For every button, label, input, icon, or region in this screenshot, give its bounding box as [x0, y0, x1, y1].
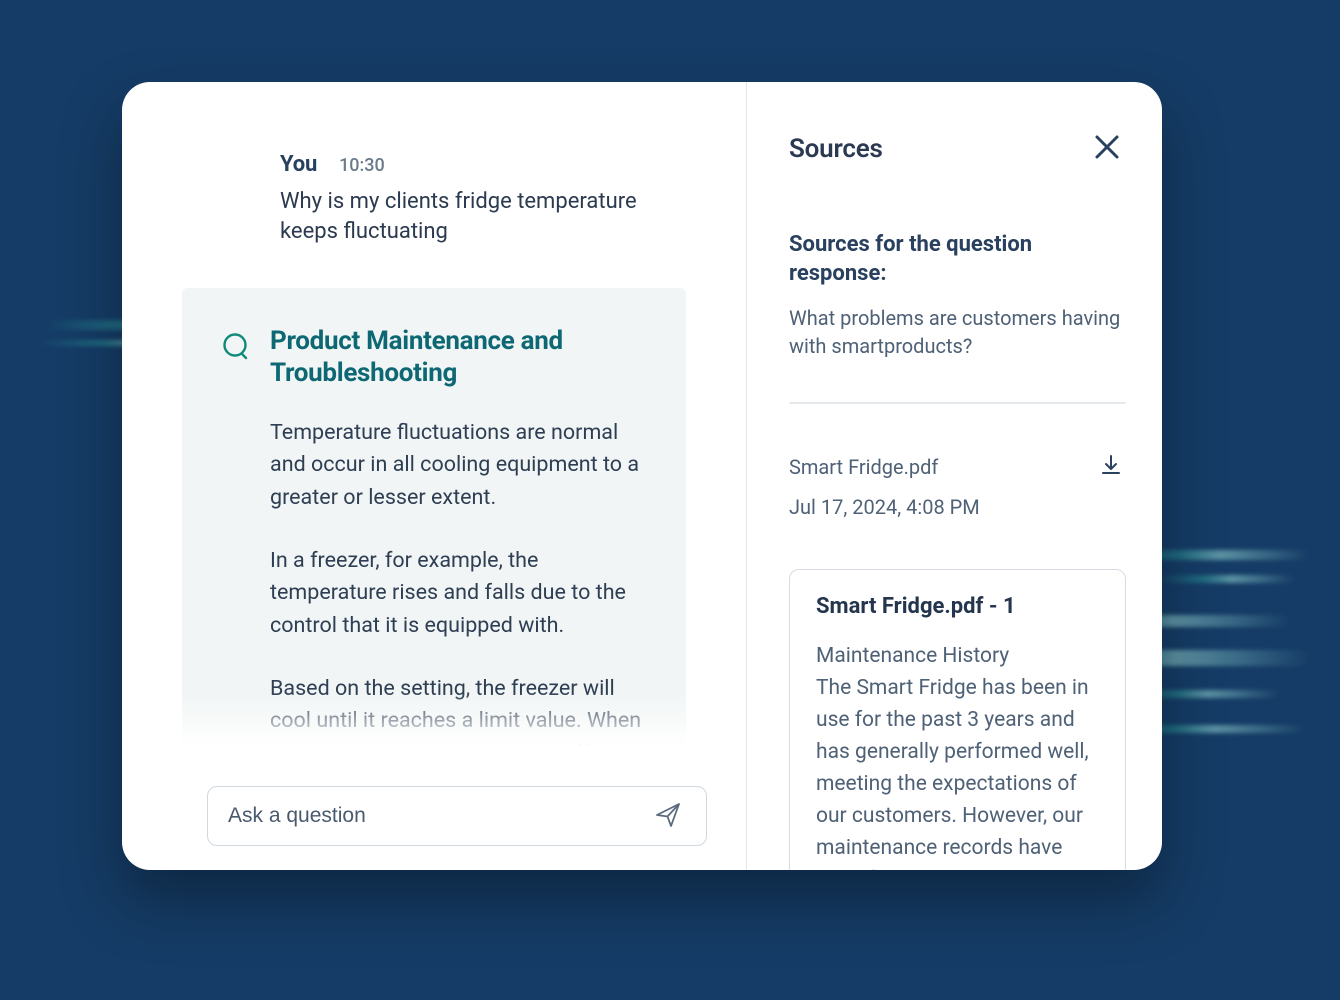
send-icon [654, 801, 682, 832]
divider [789, 402, 1126, 404]
sources-panel: Sources Sources for the question respons… [746, 82, 1162, 870]
source-excerpt-line: Maintenance History [816, 644, 1009, 668]
app-card: You 10:30 Why is my clients fridge tempe… [122, 82, 1162, 870]
download-source-button[interactable] [1096, 450, 1126, 483]
question-input-bar[interactable] [207, 786, 707, 846]
source-file-row: Smart Fridge.pdf [789, 450, 1126, 483]
assistant-avatar-icon [222, 332, 250, 364]
message-timestamp: 10:30 [339, 155, 385, 176]
user-message-block: You 10:30 Why is my clients fridge tempe… [182, 152, 686, 246]
source-excerpt-body: Maintenance History The Smart Fridge has… [816, 641, 1099, 870]
question-input[interactable] [228, 804, 650, 828]
answer-paragraph: In a freezer, for example, the temperatu… [270, 545, 646, 643]
source-excerpt-title: Smart Fridge.pdf - 1 [816, 594, 1099, 619]
sources-question: What problems are customers having with … [789, 304, 1126, 360]
answer-paragraph: Based on the setting, the freezer will c… [270, 673, 646, 750]
close-icon [1092, 150, 1122, 165]
source-excerpt-card[interactable]: Smart Fridge.pdf - 1 Maintenance History… [789, 569, 1126, 870]
answer-card: Product Maintenance and Troubleshooting … [182, 288, 686, 750]
answer-title: Product Maintenance and Troubleshooting [270, 326, 646, 388]
download-icon [1100, 464, 1122, 479]
close-sources-button[interactable] [1088, 128, 1126, 169]
chat-panel: You 10:30 Why is my clients fridge tempe… [122, 82, 746, 870]
source-file-name: Smart Fridge.pdf [789, 455, 938, 479]
user-label: You [280, 152, 317, 177]
sources-heading: Sources [789, 134, 883, 164]
answer-body: Temperature fluctuations are normal and … [222, 417, 646, 750]
source-excerpt-text: The Smart Fridge has been in use for the… [816, 676, 1096, 870]
user-message-text: Why is my clients fridge temperature kee… [280, 187, 640, 246]
send-button[interactable] [650, 797, 686, 836]
source-file-date: Jul 17, 2024, 4:08 PM [789, 495, 1126, 519]
sources-subheading: Sources for the question response: [789, 231, 1126, 288]
answer-paragraph: Temperature fluctuations are normal and … [270, 417, 646, 515]
chat-scroll: You 10:30 Why is my clients fridge tempe… [182, 152, 686, 750]
